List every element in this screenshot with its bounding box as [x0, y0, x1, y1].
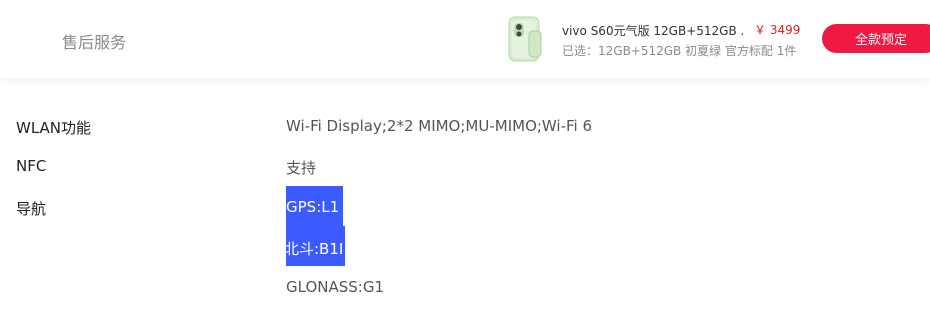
spec-label-wlan: WLAN功能: [16, 119, 92, 137]
spec-value-beidou: 北斗:B1I: [284, 240, 344, 258]
sticky-product-bar: 售后服务 vivo S60元气版 12GB+512GB ... ￥ 3499 已…: [0, 0, 930, 78]
after-sales-tab[interactable]: 售后服务: [62, 29, 126, 53]
product-title[interactable]: vivo S60元气版 12GB+512GB ...: [562, 22, 744, 39]
spec-value-glonass: GLONASS:G1: [286, 278, 384, 296]
selected-config: 已选：12GB+512GB 初夏绿 官方标配 1件: [562, 44, 797, 58]
phone-thumbnail-icon: [508, 16, 542, 62]
spec-value-wlan: Wi-Fi Display;2*2 MIMO;MU-MIMO;Wi-Fi 6: [286, 117, 593, 135]
spec-label-nfc: NFC: [16, 157, 47, 175]
product-price: ￥ 3499: [754, 23, 801, 37]
full-payment-preorder-button[interactable]: 全款预定: [822, 24, 930, 53]
spec-label-navigation: 导航: [16, 200, 47, 218]
spec-value-gps: GPS:L1: [286, 198, 340, 216]
spec-value-nfc: 支持: [286, 159, 317, 177]
